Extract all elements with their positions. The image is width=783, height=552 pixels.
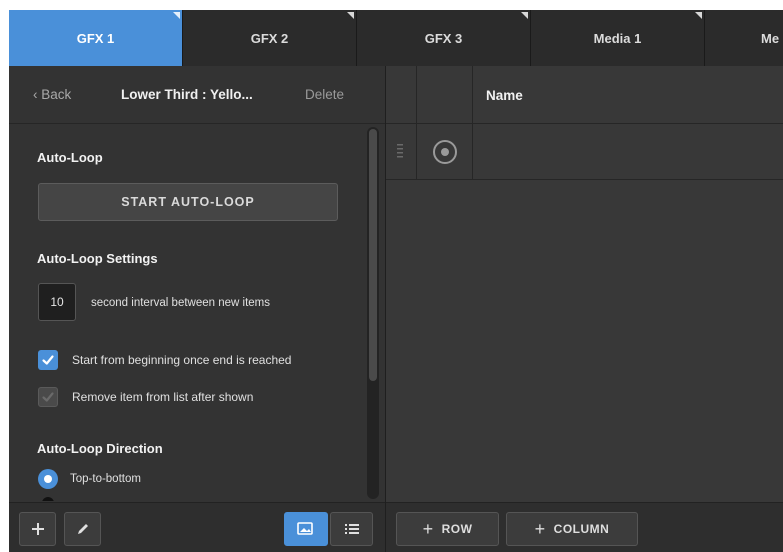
plus-icon: + (534, 519, 546, 539)
auto-loop-heading: Auto-Loop (37, 150, 103, 165)
checkmark-icon (42, 392, 54, 402)
radio-selected[interactable] (38, 469, 58, 489)
name-column-header[interactable]: Name (486, 88, 523, 103)
auto-loop-panel: ‹ Back Lower Third : Yello... Delete Aut… (9, 66, 385, 552)
plus-icon: + (422, 519, 434, 539)
start-from-beginning-checkbox[interactable]: Start from beginning once end is reached (38, 350, 291, 370)
tab-media-2-partial[interactable]: Me (705, 10, 779, 66)
add-row-button[interactable]: + ROW (396, 512, 499, 546)
tab-corner-indicator-icon (173, 12, 180, 19)
list-view-icon (344, 524, 359, 534)
checkbox-unchecked[interactable] (38, 387, 58, 407)
tab-gfx-3[interactable]: GFX 3 (357, 10, 531, 66)
add-column-label: COLUMN (553, 522, 610, 536)
table-row[interactable] (386, 124, 783, 180)
add-column-button[interactable]: + COLUMN (506, 512, 638, 546)
data-grid-panel: Name + ROW + COLUMN (385, 66, 783, 552)
direction-option-label: Top-to-bottom (70, 473, 141, 485)
grid-toolbar: + ROW + COLUMN (386, 502, 783, 552)
interval-label: second interval between new items (91, 297, 270, 309)
back-label: Back (41, 87, 72, 102)
checkmark-icon (42, 355, 54, 365)
add-row-label: ROW (441, 522, 473, 536)
tab-corner-indicator-icon (521, 12, 528, 19)
left-toolbar (9, 502, 385, 552)
tab-label: GFX 1 (76, 30, 115, 46)
tab-gfx-2[interactable]: GFX 2 (183, 10, 357, 66)
auto-loop-settings-heading: Auto-Loop Settings (37, 251, 158, 266)
tab-corner-indicator-icon (347, 12, 354, 19)
tab-label: GFX 3 (424, 30, 463, 46)
tab-label: Me (761, 30, 780, 46)
direction-radio-top-to-bottom[interactable]: Top-to-bottom (38, 469, 141, 489)
tab-label: Media 1 (593, 30, 642, 46)
tab-corner-indicator-icon (695, 12, 702, 19)
settings-scrollbar[interactable] (367, 127, 379, 499)
row-select-radio[interactable] (433, 140, 457, 164)
image-view-icon (297, 522, 313, 535)
image-view-toggle[interactable] (284, 512, 328, 546)
scrollbar-thumb[interactable] (369, 129, 377, 381)
radio-partial[interactable] (42, 497, 54, 501)
settings-scroll-area: Auto-Loop START AUTO-LOOP Auto-Loop Sett… (9, 125, 363, 501)
interval-input[interactable]: 10 (38, 283, 76, 321)
pencil-icon (77, 524, 88, 534)
plus-icon (31, 523, 44, 535)
panel-title: Lower Third : Yello... (121, 87, 253, 102)
checkbox-checked[interactable] (38, 350, 58, 370)
add-button[interactable] (19, 512, 56, 546)
drag-handle-icon[interactable] (397, 143, 403, 159)
start-auto-loop-button[interactable]: START AUTO-LOOP (38, 183, 338, 221)
tab-media-1[interactable]: Media 1 (531, 10, 705, 66)
grid-header: Name (386, 66, 783, 180)
edit-button[interactable] (64, 512, 101, 546)
tab-label: GFX 2 (250, 30, 289, 46)
remove-after-shown-label: Remove item from list after shown (72, 390, 254, 404)
tab-gfx-1[interactable]: GFX 1 (9, 10, 183, 66)
back-button[interactable]: ‹ Back (33, 87, 71, 102)
list-view-toggle[interactable] (330, 512, 373, 546)
chevron-left-icon: ‹ (33, 87, 38, 102)
tab-bar: GFX 1 GFX 2 GFX 3 Media 1 Me (9, 10, 783, 66)
panel-header: ‹ Back Lower Third : Yello... Delete (9, 66, 385, 124)
remove-after-shown-checkbox[interactable]: Remove item from list after shown (38, 387, 253, 407)
auto-loop-direction-heading: Auto-Loop Direction (37, 441, 163, 456)
start-from-beginning-label: Start from beginning once end is reached (72, 353, 292, 367)
delete-button[interactable]: Delete (305, 87, 344, 102)
